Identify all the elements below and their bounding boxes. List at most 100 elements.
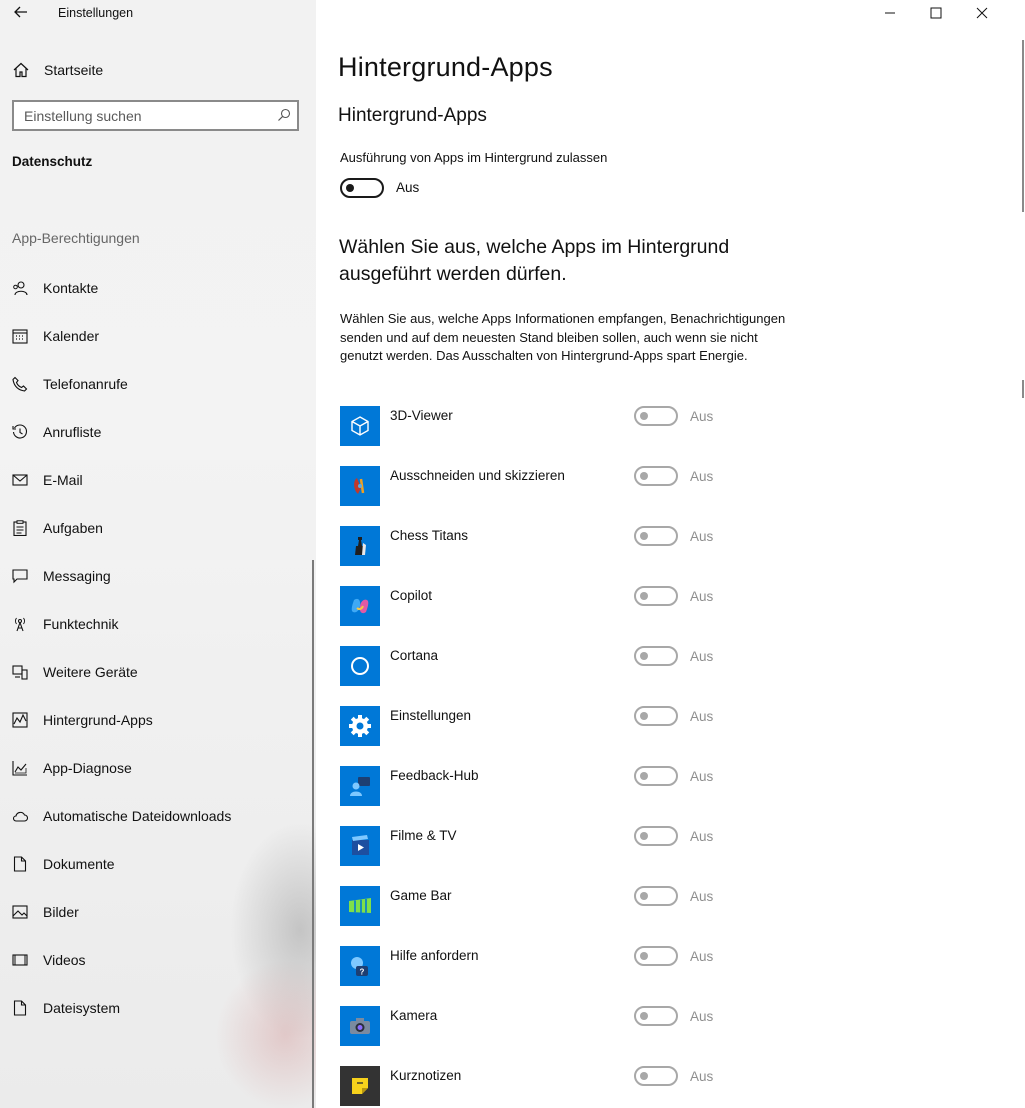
devices-icon	[12, 665, 28, 680]
document-icon	[13, 856, 27, 872]
diagnostics-icon	[12, 761, 27, 776]
app-name: Ausschneiden und skizzieren	[390, 468, 565, 483]
sidebar-item-label: Hintergrund-Apps	[43, 712, 153, 728]
app-row-copilot: Copilot Aus	[340, 586, 760, 646]
app-name: 3D-Viewer	[390, 408, 453, 423]
movies-icon	[340, 826, 380, 866]
search-box[interactable]	[12, 100, 299, 131]
scrollbar-thumb[interactable]	[1022, 380, 1024, 398]
sidebar-item-label: Bilder	[43, 904, 79, 920]
app-row-snip-sketch: Ausschneiden und skizzieren Aus	[340, 466, 760, 526]
allow-background-toggle[interactable]	[340, 178, 384, 198]
app-toggle[interactable]	[634, 706, 678, 726]
app-toggle[interactable]	[634, 646, 678, 666]
app-state: Aus	[690, 769, 714, 784]
sidebar-item-label: Videos	[43, 952, 86, 968]
sidebar-item-label: Aufgaben	[43, 520, 103, 536]
sidebar-item-kalender[interactable]: Kalender	[12, 312, 302, 360]
app-toggle[interactable]	[634, 766, 678, 786]
app-state: Aus	[690, 1069, 714, 1084]
sidebar-item-bilder[interactable]: Bilder	[12, 888, 302, 936]
main-scrollbar[interactable]	[1021, 40, 1025, 1108]
toggle-knob	[640, 832, 648, 840]
chess-icon	[340, 526, 380, 566]
app-state: Aus	[690, 1009, 714, 1024]
app-state: Aus	[690, 829, 714, 844]
sidebar-item-email[interactable]: E-Mail	[12, 456, 302, 504]
app-row-kamera: Kamera Aus	[340, 1006, 760, 1066]
sidebar-item-label: Kontakte	[43, 280, 99, 296]
home-label: Startseite	[44, 62, 104, 78]
app-toggle[interactable]	[634, 406, 678, 426]
toggle-knob	[346, 184, 354, 192]
app-row-3d-viewer: 3D-Viewer Aus	[340, 406, 760, 466]
minimize-button[interactable]	[867, 0, 913, 26]
phone-icon	[12, 376, 28, 392]
app-toggle[interactable]	[634, 886, 678, 906]
app-state: Aus	[690, 649, 714, 664]
app-state: Aus	[690, 949, 714, 964]
nav-home[interactable]: Startseite	[12, 58, 302, 82]
toggle-knob	[640, 1072, 648, 1080]
app-state: Aus	[690, 529, 714, 544]
app-toggle[interactable]	[634, 946, 678, 966]
sticky-notes-icon	[340, 1066, 380, 1106]
sidebar-item-kontakte[interactable]: Kontakte	[12, 264, 302, 312]
copilot-icon	[340, 586, 380, 626]
app-toggle[interactable]	[634, 526, 678, 546]
nav-list: Kontakte Kalender Telefonanrufe Anruflis…	[12, 264, 302, 1032]
app-row-kurznotizen: Kurznotizen Aus	[340, 1066, 760, 1108]
app-row-chess-titans: Chess Titans Aus	[340, 526, 760, 586]
app-state: Aus	[690, 589, 714, 604]
sidebar-item-label: Kalender	[43, 328, 100, 344]
snip-sketch-icon	[340, 466, 380, 506]
app-toggle[interactable]	[634, 826, 678, 846]
sidebar-item-anrufliste[interactable]: Anrufliste	[12, 408, 302, 456]
sidebar-item-messaging[interactable]: Messaging	[12, 552, 302, 600]
search-icon[interactable]	[277, 108, 291, 122]
sidebar-item-label: Messaging	[43, 568, 111, 584]
app-state: Aus	[690, 469, 714, 484]
sidebar-item-funktechnik[interactable]: Funktechnik	[12, 600, 302, 648]
app-toggle[interactable]	[634, 1006, 678, 1026]
app-name: Game Bar	[390, 888, 452, 903]
app-state: Aus	[690, 889, 714, 904]
toggle-knob	[640, 892, 648, 900]
sidebar-scrollbar[interactable]	[312, 560, 314, 1108]
toggle-knob	[640, 532, 648, 540]
close-button[interactable]	[959, 0, 1005, 26]
maximize-button[interactable]	[913, 0, 959, 26]
maximize-icon	[930, 7, 942, 19]
search-input[interactable]	[14, 102, 264, 129]
title-bar: Einstellungen	[0, 0, 316, 26]
app-name: Kamera	[390, 1008, 438, 1023]
camera-icon	[340, 1006, 380, 1046]
allow-background-state: Aus	[396, 180, 420, 195]
scrollbar-track	[1022, 40, 1024, 212]
cloud-icon	[12, 811, 28, 822]
sidebar-item-label: Funktechnik	[43, 616, 119, 632]
history-icon	[12, 424, 28, 439]
app-name: Cortana	[390, 648, 439, 663]
sidebar-item-app-diagnose[interactable]: App-Diagnose	[12, 744, 302, 792]
sidebar-item-dateidownloads[interactable]: Automatische Dateidownloads	[12, 792, 302, 840]
cube-icon	[340, 406, 380, 446]
sidebar-item-weitere-geraete[interactable]: Weitere Geräte	[12, 648, 302, 696]
choose-apps-heading: Wählen Sie aus, welche Apps im Hintergru…	[339, 236, 730, 285]
toggle-knob	[640, 592, 648, 600]
app-toggle[interactable]	[634, 466, 678, 486]
sidebar-item-label: E-Mail	[43, 472, 83, 488]
sidebar-item-label: Telefonanrufe	[43, 376, 128, 392]
app-toggle[interactable]	[634, 586, 678, 606]
sidebar-item-dateisystem[interactable]: Dateisystem	[12, 984, 302, 1032]
back-button[interactable]	[10, 3, 32, 23]
arrow-left-icon	[14, 6, 27, 18]
section-title: Datenschutz	[12, 154, 93, 169]
sidebar-item-hintergrund-apps[interactable]: Hintergrund-Apps	[12, 696, 302, 744]
app-toggle[interactable]	[634, 1066, 678, 1086]
sidebar-item-telefonanrufe[interactable]: Telefonanrufe	[12, 360, 302, 408]
sidebar-item-dokumente[interactable]: Dokumente	[12, 840, 302, 888]
sidebar-item-aufgaben[interactable]: Aufgaben	[12, 504, 302, 552]
sidebar-item-videos[interactable]: Videos	[12, 936, 302, 984]
app-list: 3D-Viewer Aus Ausschneiden und skizziere…	[340, 406, 760, 1108]
